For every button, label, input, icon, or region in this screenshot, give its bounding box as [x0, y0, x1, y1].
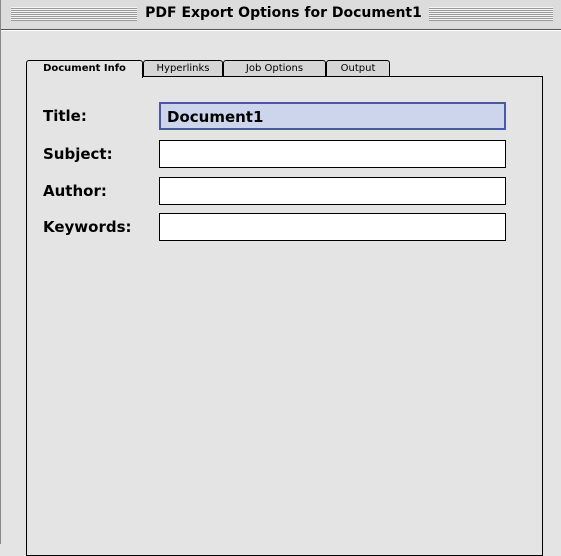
author-label: Author:: [43, 182, 107, 200]
subject-label: Subject:: [43, 145, 113, 163]
subject-field[interactable]: [159, 140, 506, 168]
window-title: PDF Export Options for Document1: [145, 5, 422, 21]
tab-hyperlinks[interactable]: Hyperlinks: [143, 60, 223, 77]
title-bar-grip-left: [11, 7, 137, 21]
tab-job-options[interactable]: Job Options: [223, 60, 326, 77]
title-bar-grip-right: [429, 7, 553, 21]
pdf-export-options-window: PDF Export Options for Document1 Documen…: [0, 0, 561, 556]
title-label: Title:: [43, 107, 87, 125]
keywords-field[interactable]: [159, 213, 506, 241]
author-field[interactable]: [159, 177, 506, 205]
keywords-label: Keywords:: [43, 218, 132, 236]
tab-document-info[interactable]: Document Info: [26, 60, 143, 78]
tab-output[interactable]: Output: [326, 60, 390, 77]
title-field[interactable]: Document1: [159, 102, 506, 130]
window-frame: [1, 30, 561, 42]
title-bar[interactable]: PDF Export Options for Document1: [1, 0, 561, 30]
